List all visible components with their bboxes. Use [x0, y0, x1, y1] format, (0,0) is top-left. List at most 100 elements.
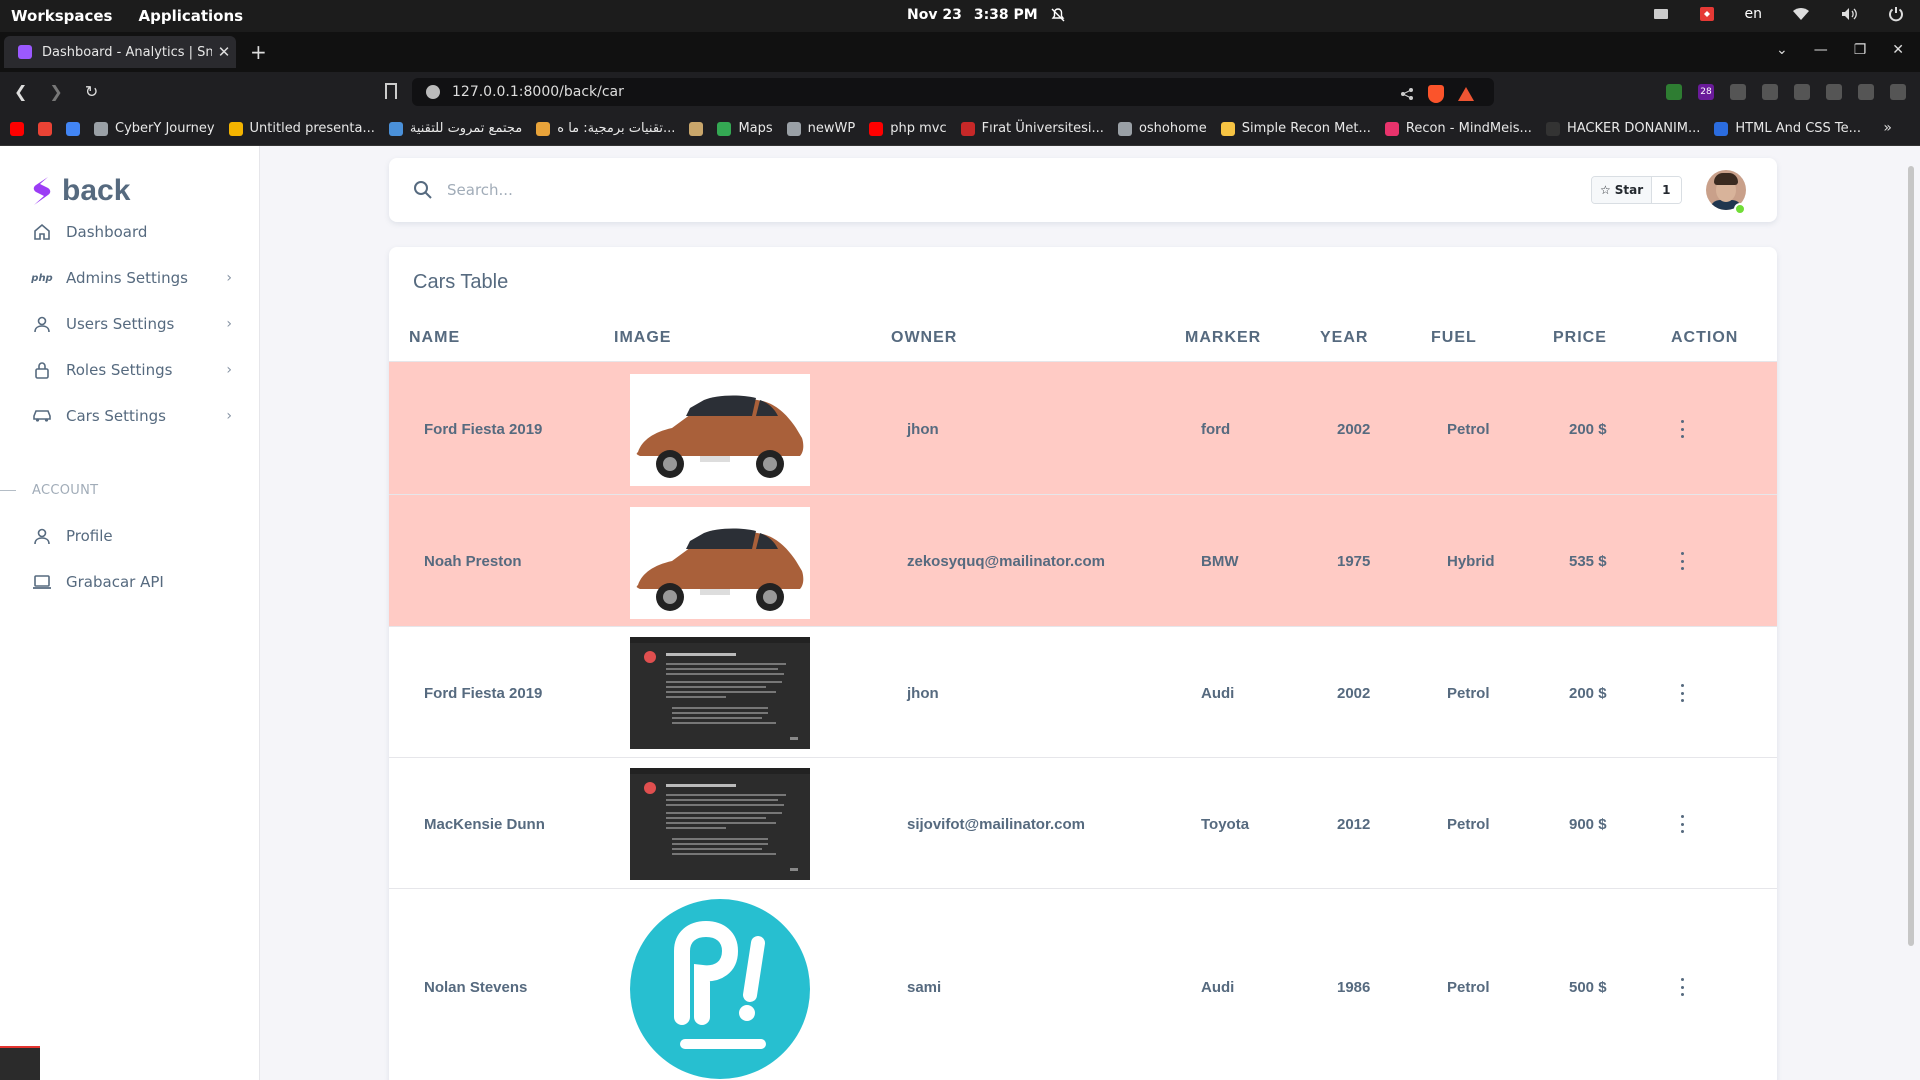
workspaces-menu[interactable]: Workspaces	[11, 7, 112, 25]
e-icon	[1714, 121, 1729, 136]
minimize-icon[interactable]: —	[1814, 42, 1828, 58]
cell-name[interactable]: Ford Fiesta 2019	[424, 685, 542, 702]
back-icon[interactable]: ❮	[14, 82, 27, 101]
bookmark-icon[interactable]	[385, 83, 397, 99]
window-close-icon[interactable]: ✕	[1892, 42, 1904, 58]
youtube-icon	[10, 121, 24, 136]
browser-tab[interactable]: Dashboard - Analytics | Sne ✕	[4, 36, 236, 68]
language-indicator[interactable]: en	[1745, 6, 1763, 22]
column-header[interactable]: ACTION	[1671, 329, 1738, 347]
cell-name[interactable]: MacKensie Dunn	[424, 816, 545, 833]
bookmark-item[interactable]: newWP	[786, 121, 855, 136]
more-actions-icon[interactable]	[1679, 552, 1685, 570]
tab-close-icon[interactable]: ✕	[212, 43, 236, 61]
table-row[interactable]: Ford Fiesta 2019 jhon Audi 2002 Petrol 200 $	[389, 627, 1777, 758]
tab-title: Dashboard - Analytics | Sne	[42, 44, 212, 60]
column-header[interactable]: OWNER	[891, 329, 957, 347]
bookmark-item[interactable]: Maps	[717, 121, 773, 136]
screen-share-icon[interactable]	[1653, 7, 1669, 21]
bookmark-label: Simple Recon Met...	[1241, 121, 1371, 136]
applications-menu[interactable]: Applications	[138, 7, 243, 25]
more-actions-icon[interactable]	[1679, 978, 1685, 996]
column-header[interactable]: FUEL	[1431, 329, 1477, 347]
wallet-icon[interactable]	[1826, 84, 1842, 100]
forward-icon[interactable]: ❯	[49, 82, 62, 101]
anydesk-icon[interactable]	[1699, 6, 1715, 22]
tab-list-chevron-icon[interactable]: ⌄	[1776, 42, 1788, 58]
cell-name[interactable]: Noah Preston	[424, 553, 522, 570]
browser-toolbar: ❮ ❯ ↻ 127.0.0.1:8000/back/car 28	[0, 72, 1920, 112]
more-bookmarks-icon[interactable]: »	[1883, 120, 1892, 136]
bookmark-item[interactable]	[689, 121, 704, 136]
column-header[interactable]: PRICE	[1553, 329, 1607, 347]
bookmark-item[interactable]: تقنيات برمجية: ما ه...	[536, 121, 675, 136]
more-actions-icon[interactable]	[1679, 684, 1685, 702]
clock[interactable]: Nov 23 3:38 PM	[907, 7, 1066, 23]
cell-name[interactable]: Ford Fiesta 2019	[424, 421, 542, 438]
sidebar-toggle-icon[interactable]	[1794, 84, 1810, 100]
globe-icon	[94, 121, 108, 136]
column-header[interactable]: YEAR	[1320, 329, 1368, 347]
bookmark-item[interactable]: HTML And CSS Te...	[1714, 121, 1861, 136]
sidebar-item-roles-settings[interactable]: Roles Settings ›	[32, 350, 232, 390]
bookmark-item[interactable]: Fırat Üniversitesi...	[960, 121, 1104, 136]
bookmark-item[interactable]: oshohome	[1117, 121, 1207, 136]
new-tab-icon[interactable]: +	[250, 40, 267, 64]
reload-icon[interactable]: ↻	[85, 82, 98, 101]
brave-rewards-icon[interactable]	[1458, 87, 1474, 101]
bookmark-item[interactable]: Simple Recon Met...	[1220, 121, 1371, 136]
maximize-icon[interactable]: ❐	[1854, 42, 1867, 58]
column-header[interactable]: MARKER	[1185, 329, 1261, 347]
share-icon[interactable]	[1400, 87, 1414, 101]
extension-calendar-icon[interactable]	[1666, 84, 1682, 100]
media-icon[interactable]	[1762, 84, 1778, 100]
bookmark-item[interactable]: HACKER DONANIM...	[1545, 121, 1700, 136]
bookmark-item[interactable]: php mvc	[869, 121, 947, 136]
sidebar-item-dashboard[interactable]: Dashboard	[32, 212, 232, 252]
table-row[interactable]: Nolan Stevens sami Audi 1986 Petrol 500 $	[389, 889, 1777, 1080]
cell-fuel: Petrol	[1447, 421, 1490, 438]
extensions-puzzle-icon[interactable]	[1730, 84, 1746, 100]
laravel-debug-icon[interactable]	[0, 1046, 40, 1080]
table-row[interactable]: MacKensie Dunn sijovifot@mailinator.com To…	[389, 758, 1777, 889]
column-header[interactable]: NAME	[409, 329, 460, 347]
sidebar-item-grabacar-api[interactable]: Grabacar API	[32, 562, 232, 602]
table-row[interactable]: Ford Fiesta 2019 jhon ford 2002 Petrol 200 $	[389, 362, 1777, 495]
search-input[interactable]	[447, 176, 947, 204]
wifi-icon[interactable]	[1792, 7, 1810, 21]
brave-shields-icon[interactable]	[1428, 85, 1444, 103]
cell-name[interactable]: Nolan Stevens	[424, 979, 527, 996]
page-scrollbar[interactable]	[1906, 152, 1916, 1072]
table-row[interactable]: Noah Preston zekosyquq@mailinator.com BMW 1…	[389, 495, 1777, 627]
bookmark-item[interactable]	[38, 121, 52, 136]
bookmark-item[interactable]	[66, 121, 80, 136]
sidebar-item-admins-settings[interactable]: php Admins Settings ›	[31, 258, 232, 298]
site-icon	[536, 121, 551, 136]
bookmark-item[interactable]: Recon - MindMeis...	[1384, 121, 1532, 136]
sidebar-item-users-settings[interactable]: Users Settings ›	[32, 304, 232, 344]
bookmark-item[interactable]: مجتمع تمروت للتقنية	[388, 121, 522, 136]
volume-icon[interactable]	[1840, 7, 1858, 21]
column-header[interactable]: IMAGE	[614, 329, 671, 347]
bookmark-item[interactable]	[10, 121, 24, 136]
power-icon[interactable]	[1888, 6, 1904, 22]
scrollbar-thumb[interactable]	[1908, 166, 1914, 946]
site-info-icon[interactable]	[426, 85, 440, 99]
cell-year: 2012	[1337, 816, 1371, 833]
brand[interactable]: back	[30, 174, 130, 208]
menu-icon[interactable]	[1890, 84, 1906, 100]
extension-badge-icon[interactable]: 28	[1698, 84, 1714, 100]
sidebar-item-cars-settings[interactable]: Cars Settings ›	[32, 396, 232, 436]
bookmark-item[interactable]: CyberY Journey	[94, 121, 215, 136]
star-count[interactable]: 1	[1652, 177, 1681, 203]
account-section-header: ACCOUNT	[0, 480, 260, 500]
top-navbar: ☆Star 1	[389, 158, 1777, 222]
more-actions-icon[interactable]	[1679, 815, 1685, 833]
github-star-button[interactable]: ☆ Star 1	[1591, 176, 1682, 204]
more-actions-icon[interactable]	[1679, 420, 1685, 438]
leo-ai-icon[interactable]	[1858, 84, 1874, 100]
sidebar-item-profile[interactable]: Profile	[32, 516, 232, 556]
bookmark-item[interactable]: Untitled presenta...	[228, 121, 375, 136]
app-content: back Dashboard php Admins Settings › Users S…	[0, 146, 1920, 1080]
address-bar[interactable]: 127.0.0.1:8000/back/car	[412, 78, 1494, 106]
